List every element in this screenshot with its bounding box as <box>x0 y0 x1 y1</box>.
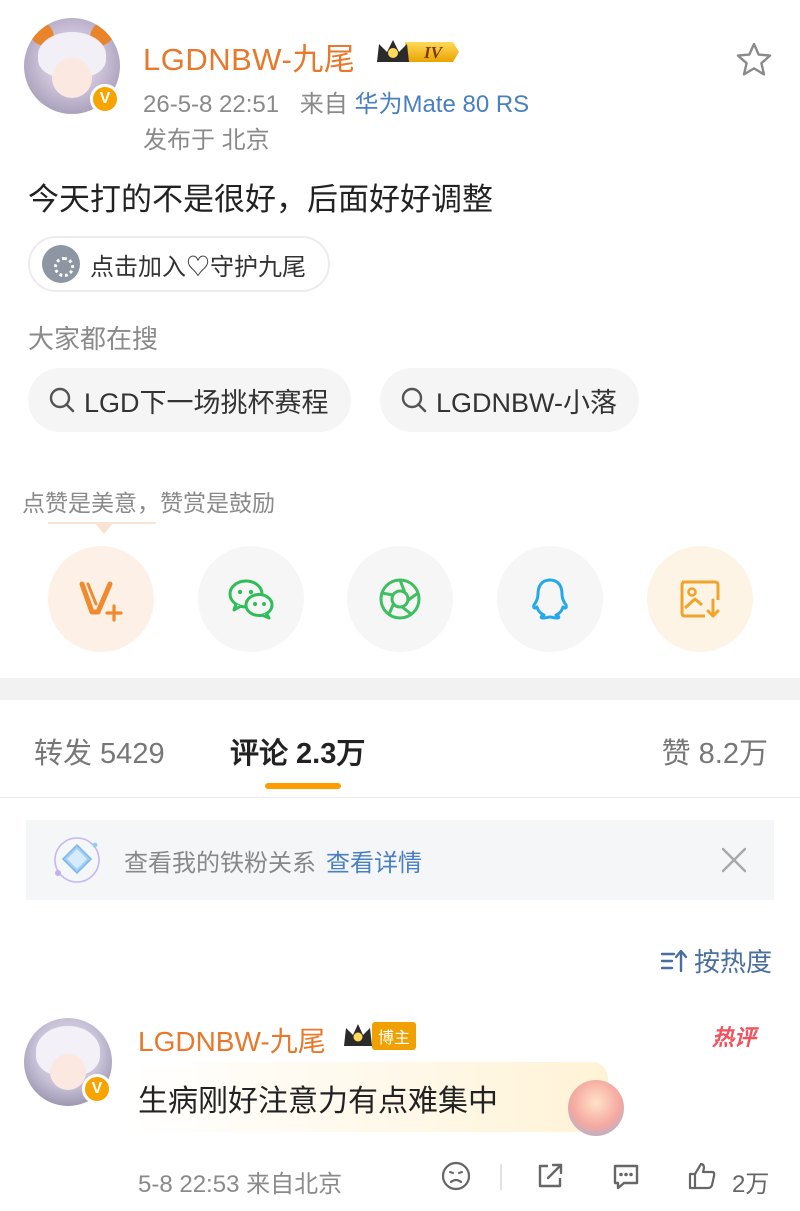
praise-pointer <box>94 522 114 534</box>
share-qq-button[interactable] <box>497 546 603 652</box>
comment-author-name[interactable]: LGDNBW-九尾 <box>138 1020 326 1060</box>
share-icon[interactable] <box>534 1160 566 1192</box>
join-fan-group-chip[interactable]: 点击加入♡守护九尾 <box>28 236 330 292</box>
search-icon <box>49 387 75 413</box>
favorite-star-icon[interactable] <box>734 40 774 80</box>
sort-label: 按热度 <box>693 947 772 977</box>
wechat-icon <box>228 579 274 620</box>
sort-icon <box>660 949 688 972</box>
section-divider <box>0 678 800 700</box>
fan-banner-link[interactable]: 查看详情 <box>326 843 422 878</box>
comment-time: 5-8 22:53 来自北京 <box>138 1171 343 1198</box>
thumbs-up-icon[interactable] <box>686 1160 718 1192</box>
comment-like-count: 2万 <box>732 1171 770 1198</box>
reply-icon[interactable] <box>610 1160 642 1192</box>
vip-crown-icon <box>344 1024 372 1046</box>
verified-badge-icon: V <box>90 84 120 114</box>
post-device-link[interactable]: 华为Mate 80 RS <box>354 91 529 118</box>
qq-icon <box>532 578 568 620</box>
join-chip-label: 点击加入♡守护九尾 <box>90 253 306 281</box>
weibo-v-plus-icon <box>79 581 123 622</box>
hot-comment-tag: 热评 <box>712 1025 757 1050</box>
search-chip-label: LGD下一场挑杯赛程 <box>84 387 329 418</box>
tab-repost[interactable]: 转发 5429 <box>34 730 165 772</box>
search-icon <box>401 387 427 413</box>
vip-level-text: IV <box>423 43 444 62</box>
bubble-sticker-icon <box>568 1080 624 1136</box>
post-meta: 26-5-8 22:51 来自 华为Mate 80 RS <box>143 84 529 119</box>
search-chip-1[interactable]: LGD下一场挑杯赛程 <box>28 368 351 432</box>
reward-button[interactable] <box>48 546 154 652</box>
post-timestamp: 26-5-8 22:51 <box>143 91 280 118</box>
avatar-face <box>52 58 92 98</box>
post-source-prefix: 来自 <box>299 91 348 118</box>
save-image-icon <box>680 580 720 618</box>
author-avatar[interactable]: V <box>24 18 120 114</box>
blogger-badge: 博主 <box>342 1022 417 1050</box>
fan-group-icon <box>42 245 80 283</box>
share-wechat-button[interactable] <box>198 546 304 652</box>
fan-relationship-banner: 查看我的铁粉关系 查看详情 <box>26 820 774 900</box>
diamond-icon <box>54 837 100 883</box>
trending-search-title: 大家都在搜 <box>28 324 159 354</box>
close-icon[interactable] <box>720 846 748 874</box>
verified-badge-icon: V <box>82 1074 112 1104</box>
tab-like[interactable]: 赞 8.2万 <box>662 730 768 772</box>
tab-comment[interactable]: 评论 2.3万 <box>230 730 365 772</box>
moments-icon <box>379 578 421 620</box>
search-chip-label: LGDNBW-小落 <box>436 387 618 418</box>
comment-text: 生病刚好注意力有点难集中 <box>138 1085 498 1118</box>
avatar-face <box>50 1054 86 1090</box>
post-location: 发布于 北京 <box>143 127 270 154</box>
emoji-reaction-icon[interactable] <box>440 1160 472 1192</box>
praise-hint: 点赞是美意，赞赏是鼓励 <box>22 490 275 516</box>
blogger-badge-label: 博主 <box>372 1022 417 1050</box>
share-moments-button[interactable] <box>347 546 453 652</box>
post-content: 今天打的不是很好，后面好好调整 <box>28 182 493 217</box>
active-tab-indicator <box>265 783 341 789</box>
fan-banner-text: 查看我的铁粉关系 <box>124 849 316 877</box>
sort-toggle[interactable]: 按热度 <box>660 942 772 979</box>
search-chip-2[interactable]: LGDNBW-小落 <box>380 368 640 432</box>
action-divider <box>500 1164 502 1190</box>
tabs-divider <box>0 797 800 798</box>
save-image-button[interactable] <box>647 546 753 652</box>
author-name[interactable]: LGDNBW-九尾 <box>143 34 355 79</box>
vip-crown-icon[interactable]: IV <box>375 36 461 68</box>
